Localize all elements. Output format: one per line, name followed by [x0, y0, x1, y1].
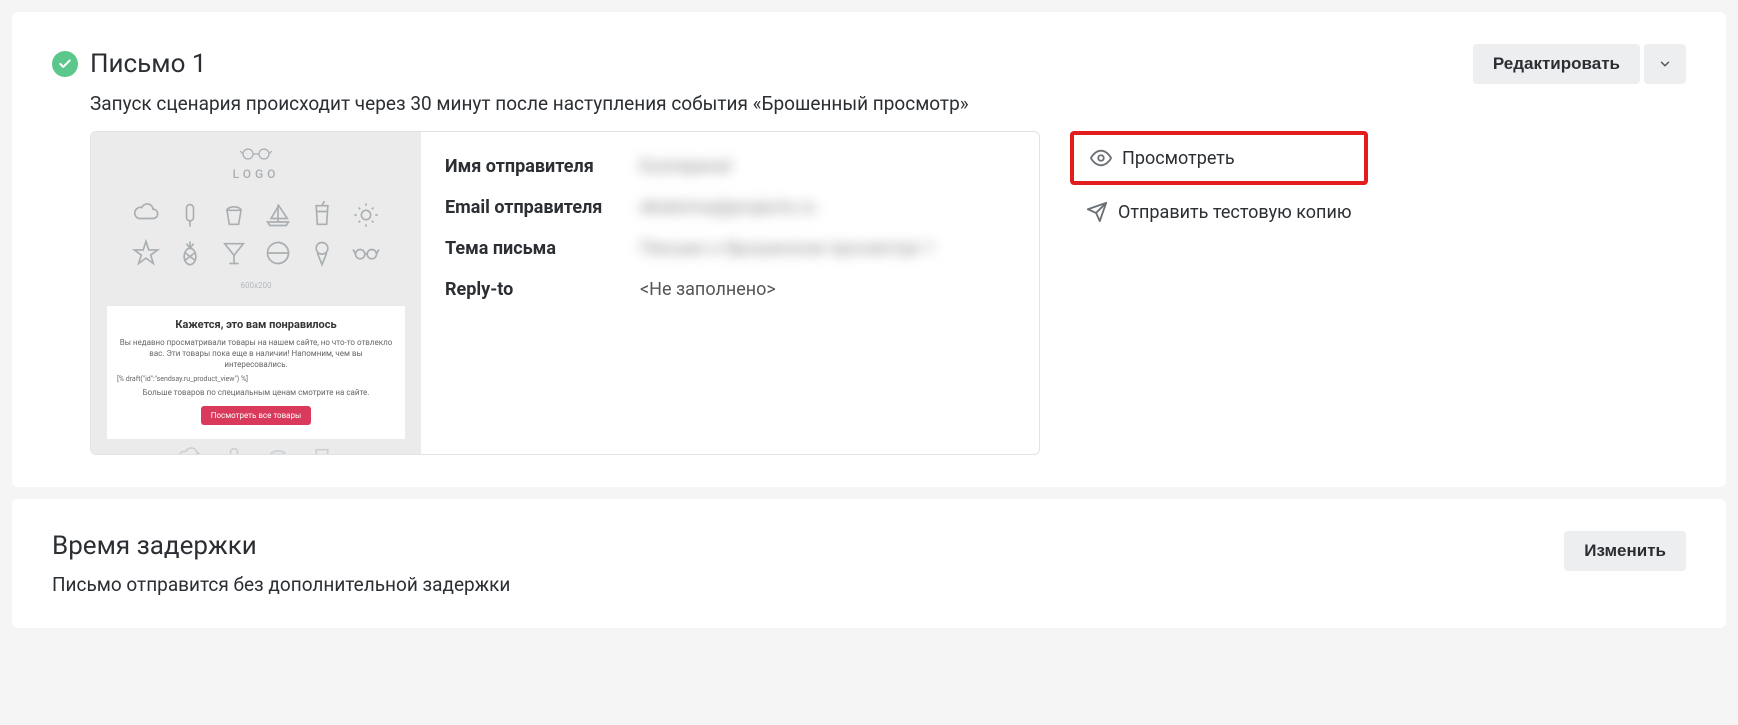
bucket-icon [220, 201, 248, 229]
bucket-icon [264, 445, 292, 454]
edit-dropdown-button[interactable] [1644, 44, 1686, 84]
subject-value: Письмо о брошенном просмотре 1 [640, 238, 935, 259]
sender-name-value: Екатерина! [640, 156, 732, 177]
email-info-panel: Имя отправителя Екатерина! Email отправи… [421, 132, 1039, 454]
drink-icon [308, 445, 336, 454]
cocktail-icon [220, 239, 248, 267]
delay-card: Время задержки Письмо отправится без доп… [12, 499, 1726, 628]
email-preview-box: LOGO [90, 131, 1040, 455]
letter-card: Письмо 1 Редактировать Запуск сценария п… [12, 12, 1726, 487]
delay-title: Время задержки [52, 531, 510, 561]
thumb-body-1: Вы недавно просматривали товары на нашем… [117, 337, 395, 371]
pineapple-icon [176, 239, 204, 267]
starfish-icon [132, 239, 160, 267]
sender-email-value: ekaterina@projects.ru [640, 197, 816, 218]
preview-action[interactable]: Просмотреть [1070, 131, 1368, 185]
edit-button[interactable]: Редактировать [1473, 44, 1640, 84]
thumb-cta-button: Посмотреть все товары [201, 406, 311, 425]
thumb-code: [% draft("id":"sendsay.ru_product_view")… [117, 375, 395, 383]
reply-to-value: <Не заполнено> [640, 279, 776, 300]
cloud-icon [176, 445, 204, 454]
thumb-dim-text: 600x200 [241, 281, 272, 290]
sunglasses-icon [352, 239, 380, 267]
sender-email-label: Email отправителя [445, 197, 640, 218]
icecream-icon [308, 239, 336, 267]
thumb-heading: Кажется, это вам понравилось [117, 318, 395, 331]
email-thumbnail: LOGO [91, 132, 421, 454]
cloud-icon [132, 201, 160, 229]
drink-icon [308, 201, 336, 229]
popsicle-icon [220, 445, 248, 454]
subject-label: Тема письма [445, 238, 640, 259]
preview-action-label: Просмотреть [1122, 148, 1235, 169]
thumb-body-2: Больше товаров по специальным ценам смот… [117, 387, 395, 398]
reply-to-label: Reply-to [445, 279, 640, 300]
send-test-action[interactable]: Отправить тестовую копию [1070, 189, 1368, 235]
eye-icon [1090, 147, 1112, 169]
status-check-icon [52, 51, 78, 77]
sender-name-label: Имя отправителя [445, 156, 640, 177]
glasses-icon [239, 146, 273, 165]
chevron-down-icon [1658, 57, 1672, 71]
sun-icon [352, 201, 380, 229]
delay-text: Письмо отправится без дополнительной зад… [52, 573, 510, 596]
popsicle-icon [176, 201, 204, 229]
delay-edit-button[interactable]: Изменить [1564, 531, 1686, 571]
letter-subtitle: Запуск сценария происходит через 30 мину… [90, 92, 1686, 115]
sailboat-icon [264, 201, 292, 229]
side-actions: Просмотреть Отправить тестовую копию [1070, 131, 1368, 235]
send-test-action-label: Отправить тестовую копию [1118, 202, 1352, 223]
thumb-logo-text: LOGO [91, 167, 421, 181]
send-icon [1086, 201, 1108, 223]
ball-icon [264, 239, 292, 267]
letter-title: Письмо 1 [90, 49, 206, 79]
